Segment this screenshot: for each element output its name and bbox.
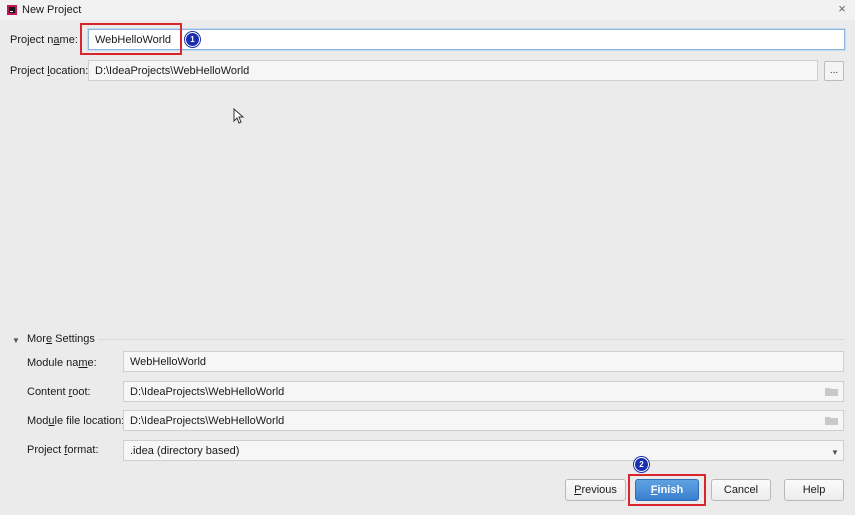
module-file-location-label: Module file location: [27,415,125,427]
project-name-label: Project name: [10,34,78,46]
mouse-cursor-icon [233,108,245,124]
previous-button[interactable]: Previous [565,479,626,501]
chevron-down-icon[interactable]: ▼ [831,448,839,457]
close-button[interactable]: × [834,1,850,17]
module-name-label: Module name: [27,357,97,369]
project-format-select[interactable]: .idea (directory based) [123,440,844,461]
step-badge-1: 1 [185,32,200,47]
module-name-input[interactable]: WebHelloWorld [123,351,844,372]
content-root-input[interactable]: D:\IdeaProjects\WebHelloWorld [123,381,844,402]
collapse-caret-icon[interactable]: ▼ [12,336,20,345]
cancel-button[interactable]: Cancel [711,479,771,501]
content-root-label: Content root: [27,386,91,398]
step-badge-2: 2 [634,457,649,472]
module-file-location-input[interactable]: D:\IdeaProjects\WebHelloWorld [123,410,844,431]
folder-icon[interactable] [825,416,839,426]
folder-icon[interactable] [825,387,839,397]
close-icon: × [838,1,846,16]
project-format-label: Project format: [27,444,99,456]
more-settings-title[interactable]: More Settings [27,333,95,345]
project-location-label: Project location: [10,65,89,77]
browse-location-button[interactable]: ... [824,61,844,81]
title-bar [0,0,855,20]
window-title: New Project [22,4,82,16]
intellij-app-icon [7,5,17,15]
project-name-input[interactable]: WebHelloWorld [88,29,845,50]
finish-button[interactable]: Finish [635,479,699,501]
more-settings-divider [98,339,844,340]
project-location-input[interactable]: D:\IdeaProjects\WebHelloWorld [88,60,818,81]
help-button[interactable]: Help [784,479,844,501]
